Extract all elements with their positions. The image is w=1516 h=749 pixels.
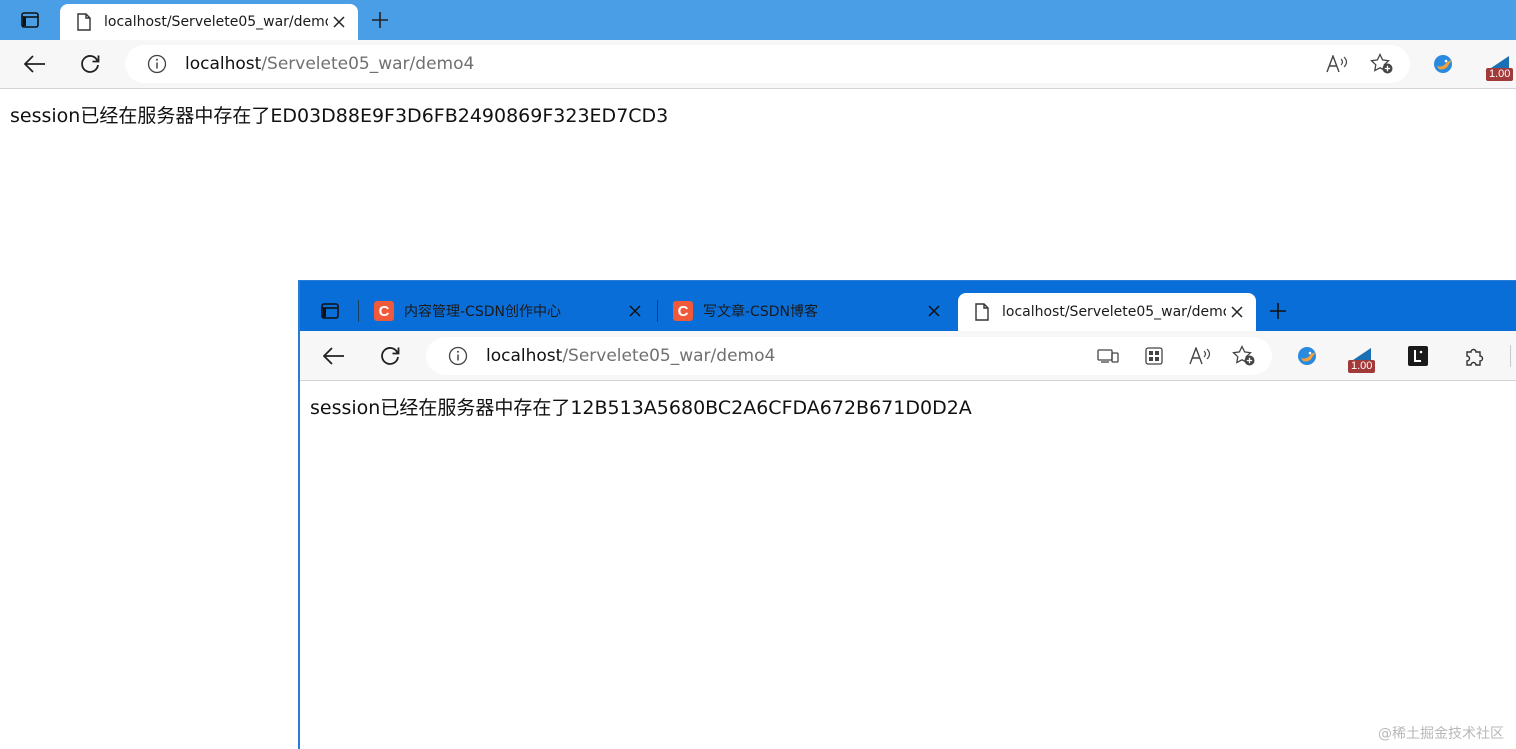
tab-localhost[interactable]: localhost/Servelete05_war/demo4: [958, 293, 1256, 331]
bird-extension-button[interactable]: [1292, 340, 1324, 372]
url-path: /Servelete05_war/demo4: [562, 346, 776, 366]
tab-separator: [358, 300, 359, 322]
tab-title: 写文章-CSDN博客: [703, 304, 818, 320]
tab-write-article[interactable]: C 写文章-CSDN博客: [659, 293, 953, 329]
close-tab-icon[interactable]: [328, 11, 350, 33]
extensions-button[interactable]: [1458, 340, 1490, 372]
speed-badge: 1.00: [1486, 68, 1514, 81]
front-browser-window: C 内容管理-CSDN创作中心 C 写文章-CSDN博客 localhost/S…: [298, 280, 1516, 749]
read-aloud-icon[interactable]: [1323, 50, 1351, 78]
back-button[interactable]: [17, 46, 53, 82]
speed-extension-button[interactable]: 1.00: [1346, 338, 1378, 373]
close-tab-icon[interactable]: [1226, 301, 1248, 323]
leetcode-extension-icon: [1407, 345, 1429, 367]
page-icon: [972, 302, 992, 322]
tab-actions-icon: [320, 301, 340, 321]
arrow-left-icon: [24, 55, 46, 73]
apps-icon[interactable]: [1140, 342, 1168, 370]
arrow-left-icon: [323, 347, 345, 365]
favorites-add-icon[interactable]: [1368, 50, 1396, 78]
close-tab-icon[interactable]: [624, 300, 646, 322]
tab-content-management[interactable]: C 内容管理-CSDN创作中心: [360, 293, 654, 329]
device-icon[interactable]: [1094, 342, 1122, 370]
front-toolbar: localhost/Servelete05_war/demo4 1.00: [300, 331, 1516, 381]
back-tab-strip: localhost/Servelete05_war/demo4: [0, 0, 1516, 40]
info-icon[interactable]: [446, 344, 470, 368]
front-page-content: session已经在服务器中存在了12B513A5680BC2A6CFDA672…: [300, 381, 1516, 749]
back-button[interactable]: [316, 338, 352, 374]
info-icon[interactable]: [145, 52, 169, 76]
tab-title: localhost/Servelete05_war/demo4: [1002, 304, 1226, 320]
puzzle-icon: [1463, 345, 1485, 367]
address-bar[interactable]: localhost/Servelete05_war/demo4: [426, 337, 1272, 375]
session-message: session已经在服务器中存在了ED03D88E9F3D6FB2490869F…: [10, 105, 669, 127]
front-tab-strip: C 内容管理-CSDN创作中心 C 写文章-CSDN博客 localhost/S…: [300, 281, 1516, 331]
speed-badge: 1.00: [1348, 360, 1376, 373]
tab-actions-icon: [20, 10, 40, 30]
tab-title: localhost/Servelete05_war/demo4: [104, 14, 328, 30]
session-message: session已经在服务器中存在了12B513A5680BC2A6CFDA672…: [310, 397, 972, 419]
refresh-icon: [379, 345, 401, 367]
new-tab-button[interactable]: [1262, 295, 1294, 327]
tab-actions-button[interactable]: [10, 2, 50, 38]
plus-icon: [371, 11, 389, 29]
refresh-button[interactable]: [372, 338, 408, 374]
address-bar[interactable]: localhost/Servelete05_war/demo4: [125, 45, 1410, 83]
close-tab-icon[interactable]: [923, 300, 945, 322]
toolbar-separator: [1510, 345, 1511, 367]
new-tab-button[interactable]: [364, 4, 396, 36]
back-toolbar: localhost/Servelete05_war/demo4 1.00: [0, 40, 1516, 89]
url-host: localhost: [486, 346, 563, 366]
tab-title: 内容管理-CSDN创作中心: [404, 304, 561, 320]
refresh-icon: [79, 53, 101, 75]
url-host: localhost: [185, 54, 262, 74]
bird-extension-button[interactable]: [1428, 48, 1460, 80]
read-aloud-icon[interactable]: [1186, 342, 1214, 370]
csdn-icon: C: [673, 301, 693, 321]
tab-actions-button[interactable]: [310, 293, 350, 329]
back-tab-localhost[interactable]: localhost/Servelete05_war/demo4: [60, 4, 358, 40]
leetcode-extension-button[interactable]: [1402, 340, 1434, 372]
refresh-button[interactable]: [72, 46, 108, 82]
speed-extension-button[interactable]: 1.00: [1484, 46, 1516, 81]
favorites-add-icon[interactable]: [1230, 342, 1258, 370]
page-icon: [74, 12, 94, 32]
url-path: /Servelete05_war/demo4: [261, 54, 475, 74]
bird-extension-icon: [1296, 344, 1320, 368]
watermark: @稀土掘金技术社区: [1378, 726, 1504, 742]
csdn-icon: C: [374, 301, 394, 321]
bird-extension-icon: [1432, 52, 1456, 76]
plus-icon: [1269, 302, 1287, 320]
tab-separator: [657, 300, 658, 322]
